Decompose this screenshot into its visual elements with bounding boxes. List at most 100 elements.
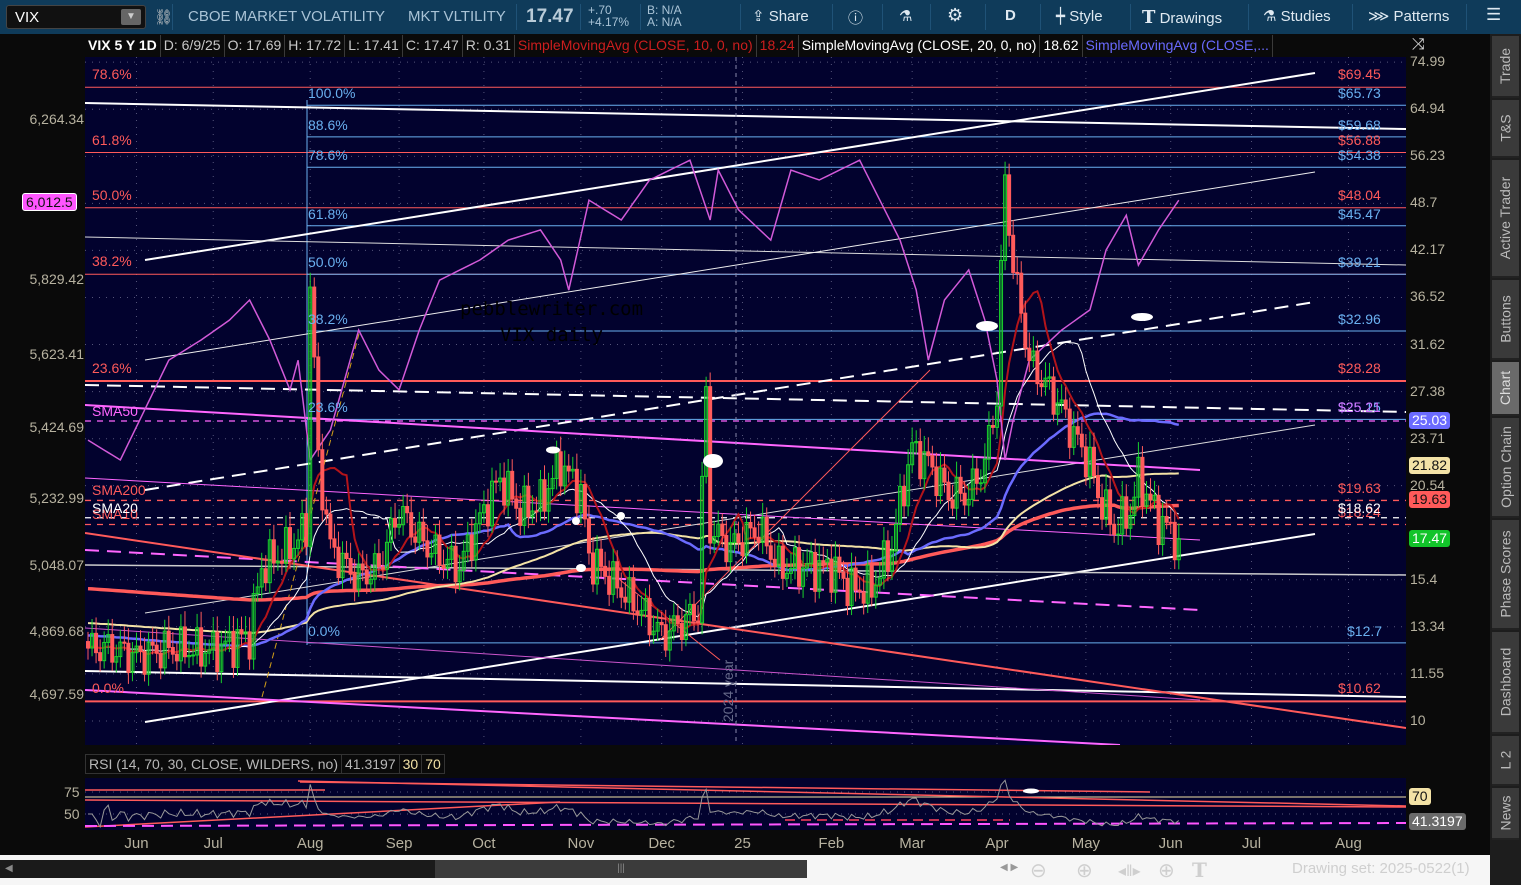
- fib-blue-pct: 0.0%: [308, 622, 340, 639]
- candle-body: [1051, 376, 1056, 415]
- side-tab-dashboard[interactable]: Dashboard: [1492, 632, 1519, 734]
- side-tab-label: Active Trader: [1497, 176, 1514, 260]
- fib-red-price: $48.04: [1338, 186, 1381, 203]
- candle-body: [829, 558, 834, 593]
- candle-body: [1116, 533, 1121, 536]
- left-axis-tick: 5,424.69: [29, 419, 85, 436]
- side-tab-t-s[interactable]: T&S: [1492, 100, 1519, 158]
- right-axis-tick: 20.54: [1410, 476, 1446, 493]
- spx-price-badge: 6,012.5: [22, 193, 77, 211]
- candle-body: [720, 523, 725, 537]
- price-chart[interactable]: pebblewriter.com VIX daily 2024 year: [85, 57, 1406, 745]
- candle-body: [239, 629, 244, 635]
- timeframe-button[interactable]: D: [1005, 7, 1016, 24]
- candle-body: [853, 567, 858, 591]
- side-tab-phase-scores[interactable]: Phase Scores: [1492, 520, 1519, 630]
- symbol-input[interactable]: VIX ▼: [6, 5, 146, 29]
- studies-button[interactable]: ⚗ Studies: [1263, 7, 1331, 25]
- trendline: [85, 236, 1406, 266]
- candle-body: [1015, 271, 1020, 274]
- side-tab-buttons[interactable]: Buttons: [1492, 280, 1519, 360]
- right-axis-tick: 56.23: [1410, 147, 1446, 164]
- share-button[interactable]: ⇪ Share: [752, 7, 809, 25]
- candle-body: [675, 615, 680, 624]
- rsi-label[interactable]: RSI (14, 70, 30, CLOSE, WILDERS, no): [85, 754, 342, 774]
- side-tab-label: Option Chain: [1497, 426, 1514, 508]
- candle-body: [974, 468, 979, 484]
- side-tab-label: Phase Scores: [1497, 530, 1514, 618]
- drawings-button[interactable]: T Drawings: [1142, 7, 1222, 28]
- fib-red-pct: 0.0%: [92, 680, 124, 697]
- symbol-description: CBOE MARKET VOLATILITY: [188, 8, 385, 25]
- study-sma10-value: 18.24: [756, 35, 799, 57]
- candle-body: [845, 577, 850, 607]
- scroll-arrows-icon[interactable]: ◀ ▶: [1000, 862, 1018, 873]
- marker: [1023, 788, 1039, 794]
- candle-body: [1023, 312, 1028, 349]
- candle-body: [94, 632, 99, 654]
- price-label: $19.63: [1338, 480, 1381, 497]
- trendline: [85, 404, 1201, 471]
- rsi-axis-50: 50: [64, 806, 80, 822]
- watermark-caption: VIX daily: [500, 324, 603, 346]
- marker: [546, 446, 560, 454]
- side-tab-active-trader[interactable]: Active Trader: [1492, 160, 1519, 278]
- marker: [1131, 313, 1153, 321]
- rsi-chart[interactable]: [85, 778, 1406, 830]
- candle-body: [526, 485, 531, 518]
- candle-body: [603, 565, 608, 577]
- zoom-in-icon[interactable]: ⊕: [1076, 858, 1093, 883]
- candle-body: [510, 470, 515, 500]
- bar-date: D: 6/9/25: [160, 35, 225, 57]
- trendline: [85, 477, 1201, 541]
- chevron-down-icon[interactable]: ▼: [121, 9, 141, 25]
- text-tool-icon[interactable]: T: [1192, 858, 1207, 882]
- side-panel-tabs: Trade T&S Active Trader Buttons Chart Option …: [1490, 34, 1521, 885]
- bar-low: L: 17.41: [345, 35, 403, 57]
- side-tab-option-chain[interactable]: Option Chain: [1492, 418, 1519, 518]
- pan-icon[interactable]: ◂‖▸: [1118, 861, 1141, 881]
- study-sma50-label[interactable]: SimpleMovingAvg (CLOSE,...: [1082, 35, 1273, 57]
- crosshair-icon[interactable]: ⊕: [1158, 858, 1175, 883]
- link-icon[interactable]: ⛓: [154, 8, 173, 26]
- style-button[interactable]: ┿ Style: [1056, 7, 1103, 25]
- patterns-button[interactable]: ⋙ Patterns: [1368, 7, 1449, 25]
- candle-body: [110, 634, 115, 663]
- collapse-icon[interactable]: ⤨: [1412, 36, 1425, 54]
- rsi-value: 41.3197: [342, 754, 400, 774]
- side-tab-label: L 2: [1497, 750, 1514, 770]
- candle-body: [692, 603, 696, 622]
- side-tab-trade[interactable]: Trade: [1492, 36, 1519, 98]
- bar-high: H: 17.72: [285, 35, 346, 57]
- drawing-set-label[interactable]: Drawing set: 2025-0522(1): [1292, 860, 1470, 877]
- time-axis-label: Aug: [1335, 835, 1362, 852]
- menu-icon[interactable]: ☰: [1486, 5, 1501, 25]
- candle-body: [1112, 523, 1117, 535]
- side-tab-news[interactable]: News: [1492, 788, 1519, 840]
- marker: [617, 512, 625, 520]
- candle-body: [772, 558, 777, 568]
- candle-body: [166, 630, 171, 648]
- fib-blue-pct: 61.8%: [308, 205, 348, 222]
- candle-body: [98, 652, 103, 662]
- left-axis-tick: 5,829.42: [29, 270, 85, 287]
- gear-icon[interactable]: ⚙: [947, 5, 963, 26]
- study-sma20-label[interactable]: SimpleMovingAvg (CLOSE, 20, 0, no): [798, 35, 1041, 57]
- candle-body: [934, 466, 939, 497]
- candle-body: [623, 596, 628, 603]
- flask-icon[interactable]: ⚗: [899, 7, 912, 25]
- fib-blue-price: $12.7: [1347, 622, 1383, 639]
- candle-body: [837, 556, 842, 573]
- info-icon[interactable]: ⓘ: [848, 7, 863, 28]
- study-sma10-label[interactable]: SimpleMovingAvg (CLOSE, 10, 0, no): [514, 35, 757, 57]
- candle-body: [174, 653, 179, 662]
- left-axis-tick: 4,869.68: [29, 622, 85, 639]
- candle-body: [647, 598, 652, 636]
- side-tab-l-2[interactable]: L 2: [1492, 736, 1519, 786]
- price-badge: 17.47: [1409, 529, 1451, 547]
- scrollbar-thumb[interactable]: |||: [435, 860, 807, 878]
- zoom-out-icon[interactable]: ⊖: [1030, 858, 1047, 883]
- side-tab-chart[interactable]: Chart: [1492, 362, 1519, 416]
- rsi-axis-75: 75: [64, 784, 80, 800]
- last-price: 17.47: [526, 6, 574, 27]
